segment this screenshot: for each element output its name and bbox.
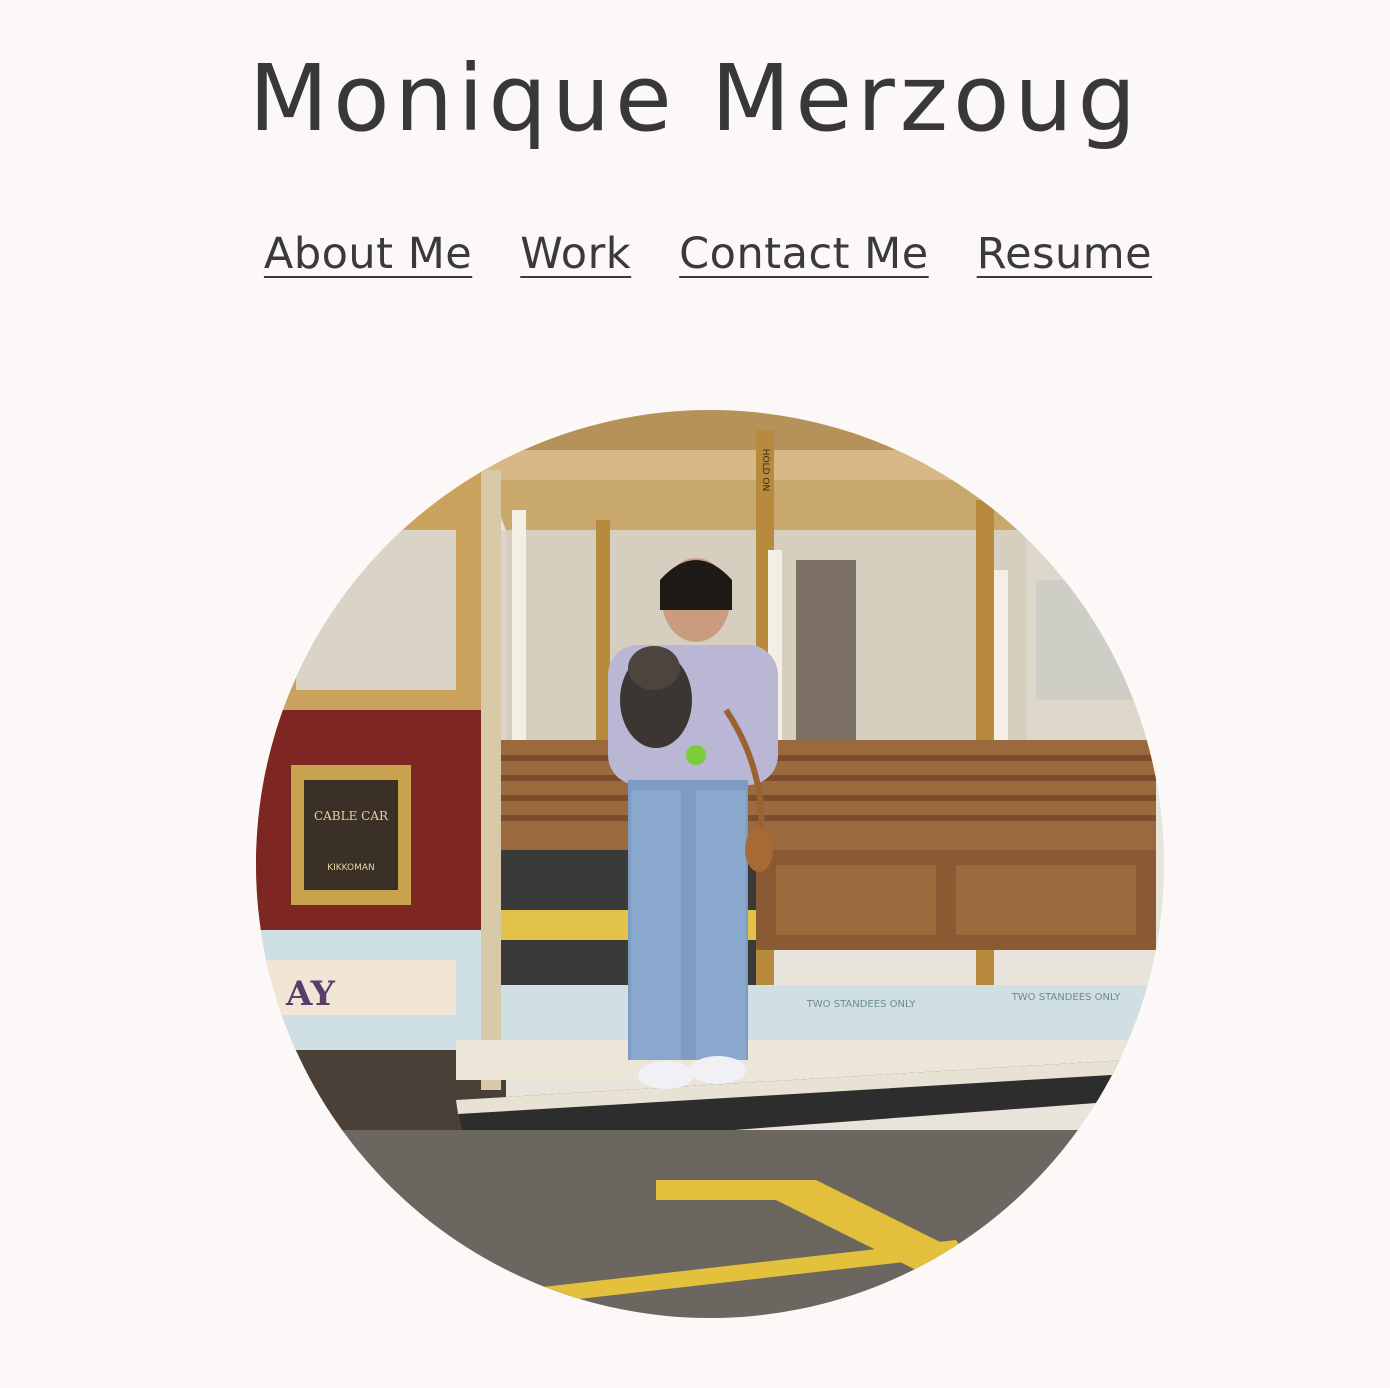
nav-link-contact-me[interactable]: Contact Me <box>679 226 929 282</box>
standees-text-2: TWO STANDEES ONLY <box>1011 992 1122 1003</box>
cable-car-portrait-image: CABLE CAR KIKKOMAN AY TWO STANDEES ONLY … <box>256 410 1164 1318</box>
panel-text-letters: AY <box>285 974 336 1014</box>
profile-photo: CABLE CAR KIKKOMAN AY TWO STANDEES ONLY … <box>256 410 1164 1318</box>
main-nav: About Me Work Contact Me Resume <box>0 226 1390 282</box>
sign-text-cable-car: CABLE CAR <box>314 809 389 823</box>
site-title: Monique Merzoug <box>248 45 1142 152</box>
page: Monique Merzoug About Me Work Contact Me… <box>0 0 1390 1388</box>
nav-link-about-me[interactable]: About Me <box>264 226 472 282</box>
nav-link-work[interactable]: Work <box>520 226 631 282</box>
pole-text-hold-on: HOLD ON <box>760 449 770 491</box>
nav-link-resume[interactable]: Resume <box>977 226 1152 282</box>
sign-text-sponsor: KIKKOMAN <box>327 863 375 873</box>
standees-text-1: TWO STANDEES ONLY <box>806 999 917 1010</box>
